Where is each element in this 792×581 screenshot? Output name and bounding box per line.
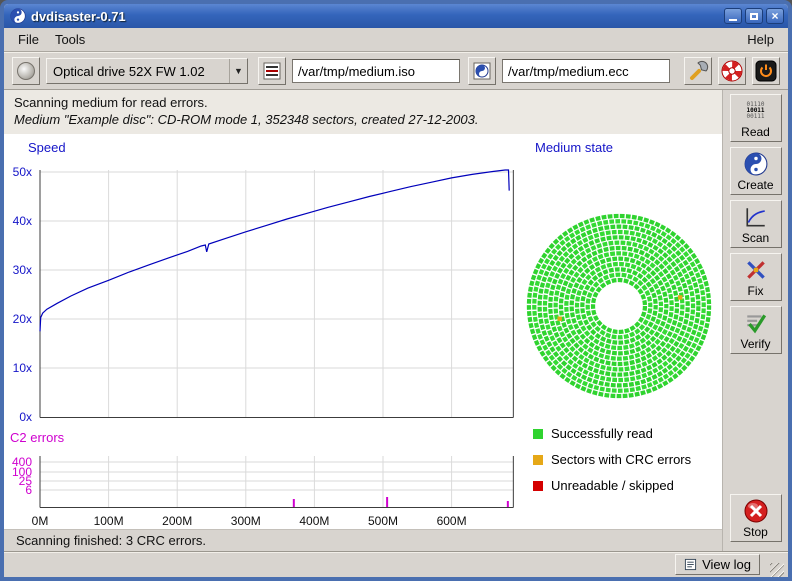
- legend-swatch-icon: [533, 429, 543, 439]
- axis-tick-label: 20x: [6, 312, 32, 326]
- toolbar: Optical drive 52X FW 1.02 ▼: [4, 52, 788, 90]
- verify-label: Verify: [733, 337, 779, 351]
- iso-path-input[interactable]: [292, 59, 460, 83]
- chevron-down-icon: ▼: [229, 59, 247, 83]
- axis-tick-label: 30x: [6, 263, 32, 277]
- status-line-1: Scanning medium for read errors.: [14, 95, 712, 110]
- scan-icon: [733, 204, 779, 230]
- menu-left: FileTools: [10, 32, 93, 47]
- window-title: dvdisaster-0.71: [31, 9, 721, 24]
- verify-button[interactable]: Verify: [730, 306, 782, 354]
- drive-icon: [17, 62, 35, 80]
- menu-item-file[interactable]: File: [10, 30, 47, 49]
- minimize-button[interactable]: [724, 8, 742, 24]
- axis-tick-label: 600M: [430, 514, 474, 528]
- create-icon: [733, 151, 779, 177]
- log-icon: [684, 558, 697, 571]
- app-window: dvdisaster-0.71 × FileTools Help Optical…: [0, 0, 792, 581]
- chart-panel: Speed Medium state C2 errors 0x 10x 20x 30x…: [4, 134, 722, 529]
- stop-label: Stop: [733, 525, 779, 539]
- menu-item-help[interactable]: Help: [739, 30, 782, 49]
- drive-select-value: Optical drive 52X FW 1.02: [47, 64, 229, 79]
- scan-result-text: Scanning finished: 3 CRC errors.: [16, 533, 206, 548]
- medium-state-title: Medium state: [535, 140, 613, 155]
- view-log-label: View log: [702, 557, 751, 572]
- status-line-2: Medium "Example disc": CD-ROM mode 1, 35…: [14, 112, 712, 127]
- stop-slot: Stop: [730, 494, 782, 547]
- read-button[interactable]: 011101001100111Read: [730, 94, 782, 142]
- iso-file-icon: [262, 61, 282, 81]
- c2-chart-title: C2 errors: [10, 430, 64, 445]
- action-sidebar: 011101001100111Read Create Scan Fix Verify S…: [722, 90, 788, 551]
- create-label: Create: [733, 178, 779, 192]
- menu-item-tools[interactable]: Tools: [47, 30, 93, 49]
- legend-swatch-icon: [533, 455, 543, 465]
- scan-result-bar: Scanning finished: 3 CRC errors.: [4, 529, 722, 551]
- axis-tick-label: 0x: [6, 410, 32, 424]
- titlebar[interactable]: dvdisaster-0.71 ×: [4, 4, 788, 28]
- lifebuoy-icon: [721, 60, 743, 82]
- iso-file-button[interactable]: [258, 57, 286, 85]
- axis-tick-label: 0M: [18, 514, 62, 528]
- main-column: Scanning medium for read errors. Medium …: [4, 90, 722, 551]
- legend-item: Sectors with CRC errors: [533, 452, 691, 467]
- speed-chart-title: Speed: [28, 140, 66, 155]
- status-message-area: Scanning medium for read errors. Medium …: [4, 90, 722, 134]
- quit-button[interactable]: [752, 57, 780, 85]
- speed-chart: [34, 165, 520, 425]
- ecc-file-icon: [472, 61, 492, 81]
- drive-button[interactable]: [12, 57, 40, 85]
- power-icon: [755, 60, 777, 82]
- minimize-icon: [729, 19, 737, 21]
- axis-tick-label: 200M: [155, 514, 199, 528]
- ecc-path-input[interactable]: [502, 59, 670, 83]
- legend-label: Unreadable / skipped: [551, 478, 674, 493]
- app-icon: [10, 8, 26, 24]
- c2-errors-chart: [34, 450, 520, 510]
- axis-tick-label: 500M: [361, 514, 405, 528]
- legend-item: Unreadable / skipped: [533, 478, 691, 493]
- fix-label: Fix: [733, 284, 779, 298]
- read-icon: 011101001100111: [733, 98, 779, 124]
- scan-button[interactable]: Scan: [730, 200, 782, 248]
- ecc-file-button[interactable]: [468, 57, 496, 85]
- axis-tick-label: 400M: [292, 514, 336, 528]
- disc-visualization: [521, 208, 717, 404]
- maximize-button[interactable]: [745, 8, 763, 24]
- stop-icon: [733, 498, 779, 524]
- about-button[interactable]: [718, 57, 746, 85]
- close-icon: ×: [771, 10, 778, 22]
- axis-tick-label: 50x: [6, 165, 32, 179]
- menubar: FileTools Help: [4, 28, 788, 52]
- view-log-button[interactable]: View log: [675, 554, 760, 575]
- legend-swatch-icon: [533, 481, 543, 491]
- preferences-button[interactable]: [684, 57, 712, 85]
- medium-state-legend: Successfully read Sectors with CRC errors…: [533, 426, 691, 504]
- read-label: Read: [733, 125, 779, 139]
- create-button[interactable]: Create: [730, 147, 782, 195]
- fix-button[interactable]: Fix: [730, 253, 782, 301]
- fix-icon: [733, 257, 779, 283]
- legend-label: Sectors with CRC errors: [551, 452, 691, 467]
- axis-tick-label: 300M: [224, 514, 268, 528]
- axis-tick-label: 40x: [6, 214, 32, 228]
- drive-select[interactable]: Optical drive 52X FW 1.02 ▼: [46, 58, 248, 84]
- sidebar-buttons: 011101001100111Read Create Scan Fix Verify: [730, 94, 782, 359]
- close-button[interactable]: ×: [766, 8, 784, 24]
- legend-item: Successfully read: [533, 426, 691, 441]
- legend-label: Successfully read: [551, 426, 653, 441]
- content-area: Scanning medium for read errors. Medium …: [4, 90, 788, 551]
- scan-label: Scan: [733, 231, 779, 245]
- statusbar: View log: [4, 551, 788, 577]
- stop-button[interactable]: Stop: [730, 494, 782, 542]
- axis-tick-label: 6: [6, 483, 32, 497]
- maximize-icon: [750, 13, 758, 20]
- verify-icon: [733, 310, 779, 336]
- axis-tick-label: 10x: [6, 361, 32, 375]
- axis-tick-label: 100M: [87, 514, 131, 528]
- resize-grip[interactable]: [770, 563, 784, 577]
- wrench-icon: [687, 60, 709, 82]
